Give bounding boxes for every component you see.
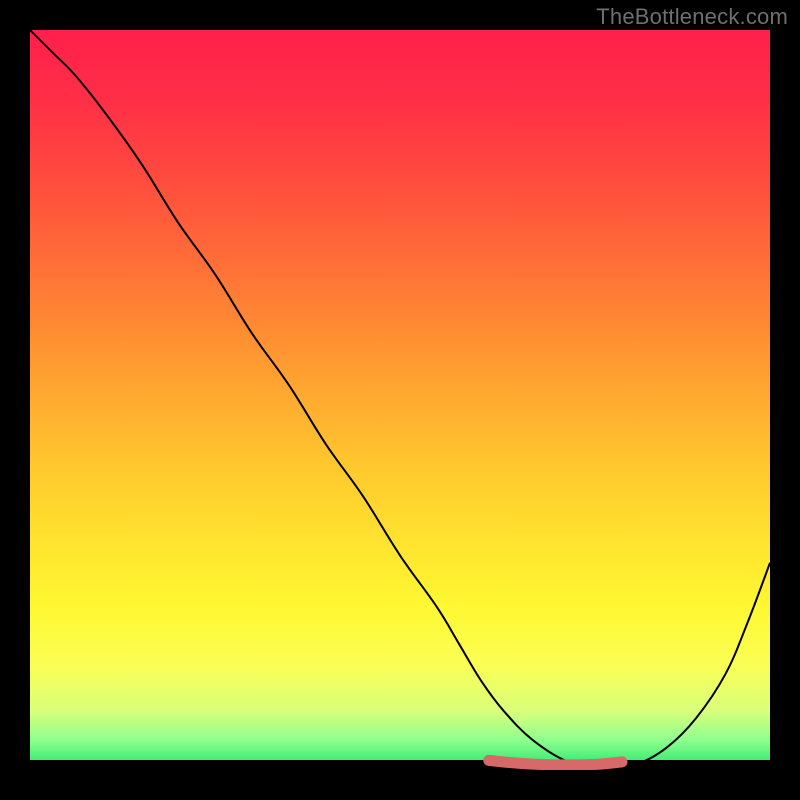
chart-container: TheBottleneck.com	[0, 0, 800, 800]
gradient-background	[30, 30, 770, 770]
bottom-band	[30, 760, 770, 770]
watermark-text: TheBottleneck.com	[596, 4, 788, 30]
chart-svg	[30, 30, 770, 770]
plot-area	[30, 30, 770, 770]
optimal-range-highlight	[489, 760, 622, 765]
